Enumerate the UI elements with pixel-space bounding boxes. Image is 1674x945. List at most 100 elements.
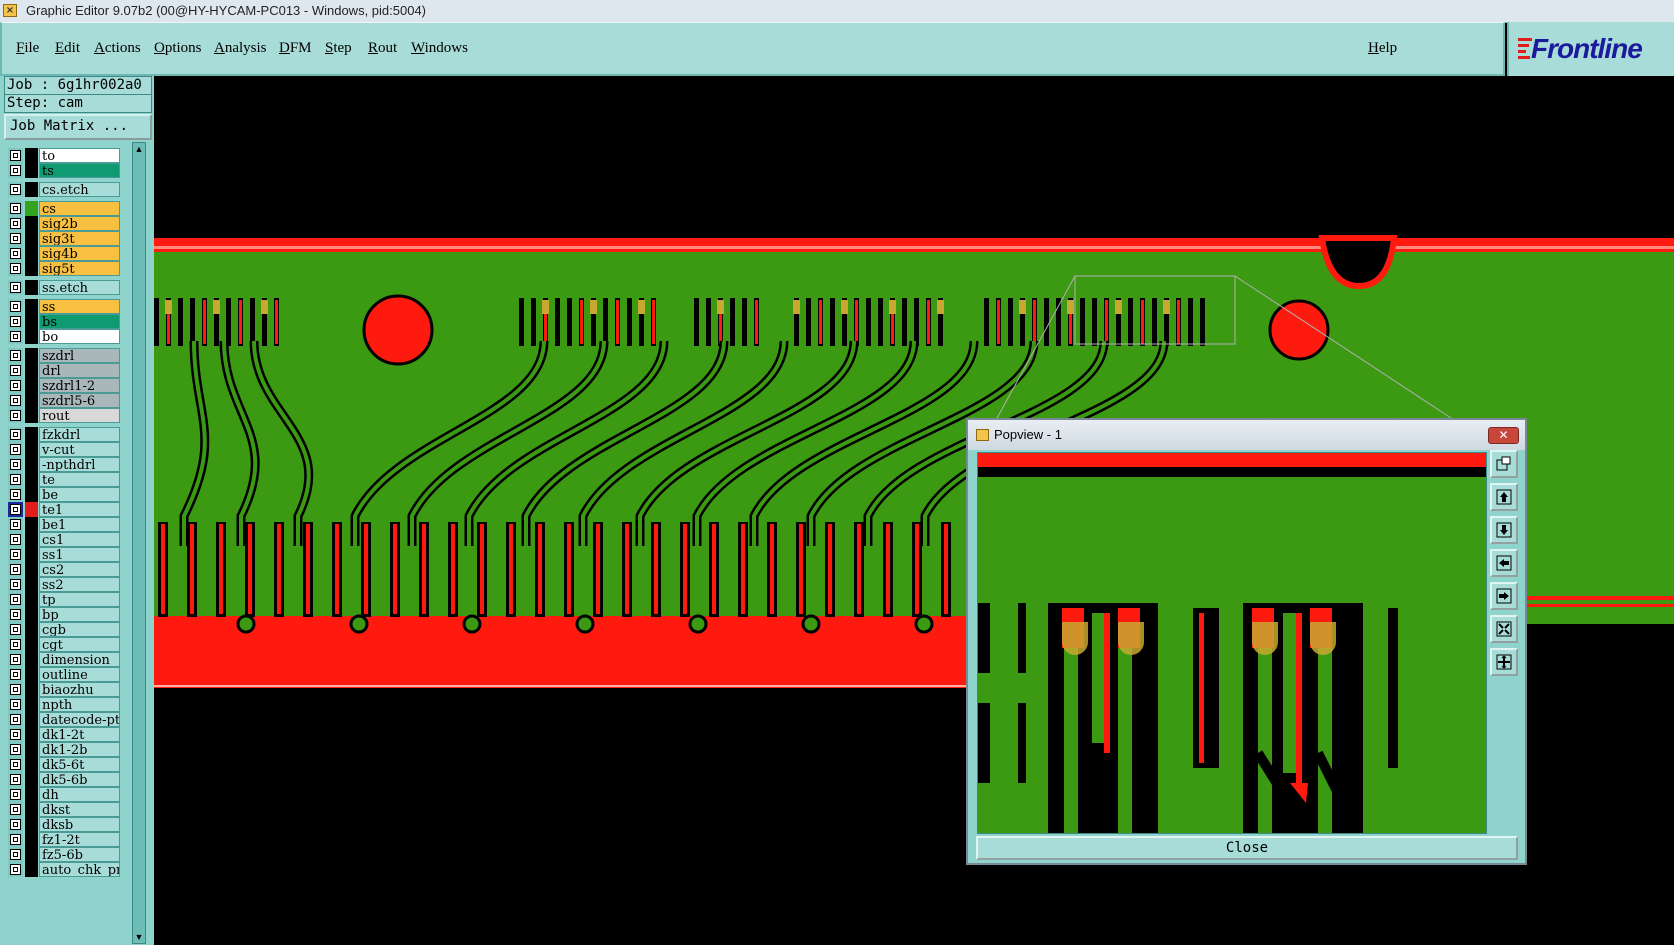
pan-left-icon[interactable]: [1490, 549, 1518, 577]
layer-checkbox[interactable]: [8, 832, 23, 847]
layer-checkbox[interactable]: [8, 547, 23, 562]
layer-name[interactable]: cgt: [39, 637, 120, 652]
layer-color-swatch[interactable]: [25, 163, 38, 178]
layer-color-swatch[interactable]: [25, 742, 38, 757]
layer-color-swatch[interactable]: [25, 712, 38, 727]
layer-name[interactable]: tp: [39, 592, 120, 607]
layer-name[interactable]: dk5-6t: [39, 757, 120, 772]
menu-step[interactable]: Step: [325, 40, 352, 57]
layer-name[interactable]: bs: [39, 314, 120, 329]
layer-name[interactable]: to: [39, 148, 120, 163]
layer-color-swatch[interactable]: [25, 378, 38, 393]
layer-checkbox[interactable]: [8, 487, 23, 502]
layer-row-ss1[interactable]: ss1: [4, 547, 124, 562]
menu-dfm[interactable]: DFM: [279, 40, 312, 57]
layer-row-te1[interactable]: te1: [4, 502, 124, 517]
layer-row-dk1-2t[interactable]: dk1-2t: [4, 727, 124, 742]
layer-color-swatch[interactable]: [25, 682, 38, 697]
layer-color-swatch[interactable]: [25, 787, 38, 802]
layer-row-ss2[interactable]: ss2: [4, 577, 124, 592]
menu-rout[interactable]: Rout: [368, 40, 397, 57]
layer-row-drl[interactable]: drl: [4, 363, 124, 378]
layer-row-cs[interactable]: cs: [4, 201, 124, 216]
layer-name[interactable]: bp: [39, 607, 120, 622]
layer-checkbox[interactable]: [8, 802, 23, 817]
layer-row-datecode-ptc[interactable]: datecode-ptc: [4, 712, 124, 727]
layer-checkbox[interactable]: [8, 532, 23, 547]
layer-name[interactable]: sig3t: [39, 231, 120, 246]
popview-close-icon[interactable]: ✕: [1488, 427, 1519, 444]
layer-name[interactable]: drl: [39, 363, 120, 378]
layer-checkbox[interactable]: [8, 592, 23, 607]
layer-checkbox[interactable]: [8, 682, 23, 697]
layer-row-cs.etch[interactable]: cs.etch: [4, 182, 124, 197]
layer-name[interactable]: te1: [39, 502, 120, 517]
layer-row-ts[interactable]: ts: [4, 163, 124, 178]
layer-checkbox[interactable]: [8, 697, 23, 712]
layer-row-sig2b[interactable]: sig2b: [4, 216, 124, 231]
job-matrix-button[interactable]: Job Matrix ...: [4, 114, 152, 140]
layer-row-outline[interactable]: outline: [4, 667, 124, 682]
layer-list-scrollbar[interactable]: ▲ ▼: [132, 142, 146, 944]
layer-row-dimension[interactable]: dimension: [4, 652, 124, 667]
layer-checkbox[interactable]: [8, 182, 23, 197]
layer-checkbox[interactable]: [8, 607, 23, 622]
layer-checkbox[interactable]: [8, 622, 23, 637]
layer-name[interactable]: cs: [39, 201, 120, 216]
layer-row-ss.etch[interactable]: ss.etch: [4, 280, 124, 295]
layer-color-swatch[interactable]: [25, 862, 38, 877]
layer-checkbox[interactable]: [8, 329, 23, 344]
layer-color-swatch[interactable]: [25, 393, 38, 408]
layer-name[interactable]: v-cut: [39, 442, 120, 457]
layer-row-be[interactable]: be: [4, 487, 124, 502]
layer-checkbox[interactable]: [8, 378, 23, 393]
layer-checkbox[interactable]: [8, 472, 23, 487]
menu-windows[interactable]: Windows: [411, 40, 468, 57]
menu-edit[interactable]: Edit: [55, 40, 80, 57]
layer-row-dkst[interactable]: dkst: [4, 802, 124, 817]
layer-color-swatch[interactable]: [25, 637, 38, 652]
layer-name[interactable]: be1: [39, 517, 120, 532]
layer-color-swatch[interactable]: [25, 502, 38, 517]
layer-row-dksb[interactable]: dksb: [4, 817, 124, 832]
layer-row-biaozhu[interactable]: biaozhu: [4, 682, 124, 697]
layer-color-swatch[interactable]: [25, 442, 38, 457]
layer-checkbox[interactable]: [8, 280, 23, 295]
layer-row-ss[interactable]: ss: [4, 299, 124, 314]
layer-row-be1[interactable]: be1: [4, 517, 124, 532]
layer-row-bp[interactable]: bp: [4, 607, 124, 622]
layer-color-swatch[interactable]: [25, 348, 38, 363]
layer-row-dk1-2b[interactable]: dk1-2b: [4, 742, 124, 757]
layer-name[interactable]: outline: [39, 667, 120, 682]
layer-checkbox[interactable]: [8, 163, 23, 178]
layer-checkbox[interactable]: [8, 502, 23, 517]
menu-help[interactable]: Help: [1368, 40, 1397, 57]
layer-checkbox[interactable]: [8, 246, 23, 261]
layer-color-swatch[interactable]: [25, 727, 38, 742]
layer-name[interactable]: dkst: [39, 802, 120, 817]
layer-row-dk5-6t[interactable]: dk5-6t: [4, 757, 124, 772]
layer-color-swatch[interactable]: [25, 201, 38, 216]
layer-name[interactable]: dk1-2b: [39, 742, 120, 757]
layer-name[interactable]: cs.etch: [39, 182, 120, 197]
layer-name[interactable]: bo: [39, 329, 120, 344]
layer-name[interactable]: biaozhu: [39, 682, 120, 697]
layer-row-tp[interactable]: tp: [4, 592, 124, 607]
layer-name[interactable]: dksb: [39, 817, 120, 832]
menu-options[interactable]: Options: [154, 40, 202, 57]
layer-checkbox[interactable]: [8, 442, 23, 457]
layer-checkbox[interactable]: [8, 772, 23, 787]
layer-row-cgt[interactable]: cgt: [4, 637, 124, 652]
layer-color-swatch[interactable]: [25, 216, 38, 231]
layer-name[interactable]: rout: [39, 408, 120, 423]
layer-name[interactable]: ss1: [39, 547, 120, 562]
layer-row-npth[interactable]: npth: [4, 697, 124, 712]
layer-row-rout[interactable]: rout: [4, 408, 124, 423]
layer-color-swatch[interactable]: [25, 532, 38, 547]
layer-checkbox[interactable]: [8, 862, 23, 877]
layer-color-swatch[interactable]: [25, 772, 38, 787]
layer-color-swatch[interactable]: [25, 261, 38, 276]
layer-color-swatch[interactable]: [25, 652, 38, 667]
layer-color-swatch[interactable]: [25, 802, 38, 817]
layer-checkbox[interactable]: [8, 847, 23, 862]
